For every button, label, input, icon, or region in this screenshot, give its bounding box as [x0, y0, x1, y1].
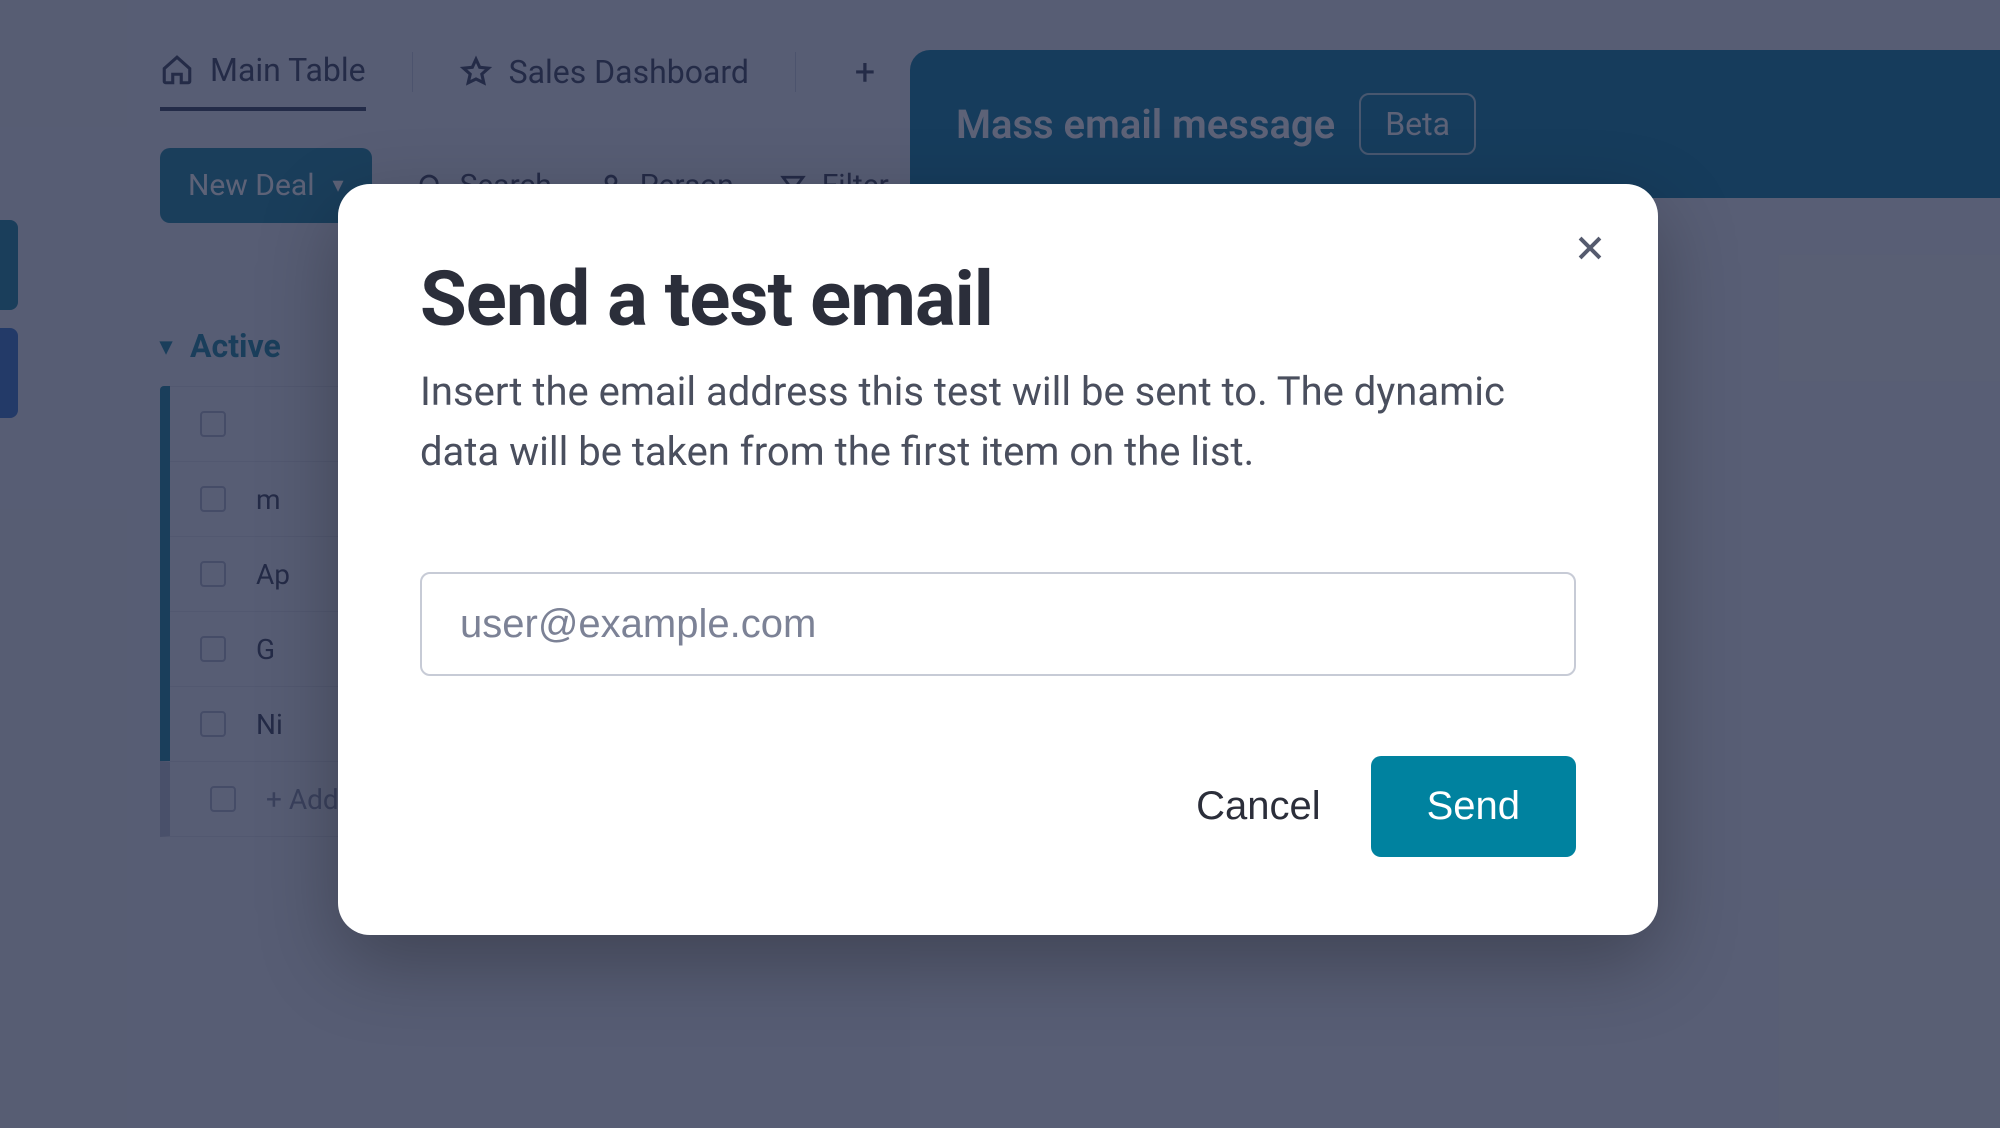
test-email-input[interactable] — [420, 572, 1576, 676]
close-button[interactable] — [1562, 220, 1618, 276]
dialog-title: Send a test email — [420, 254, 1576, 344]
send-test-email-dialog: Send a test email Insert the email addre… — [338, 184, 1658, 935]
send-button[interactable]: Send — [1371, 756, 1576, 857]
cancel-button[interactable]: Cancel — [1196, 784, 1321, 829]
dialog-description: Insert the email address this test will … — [420, 362, 1540, 482]
close-icon — [1573, 231, 1607, 265]
dialog-actions: Cancel Send — [420, 756, 1576, 857]
